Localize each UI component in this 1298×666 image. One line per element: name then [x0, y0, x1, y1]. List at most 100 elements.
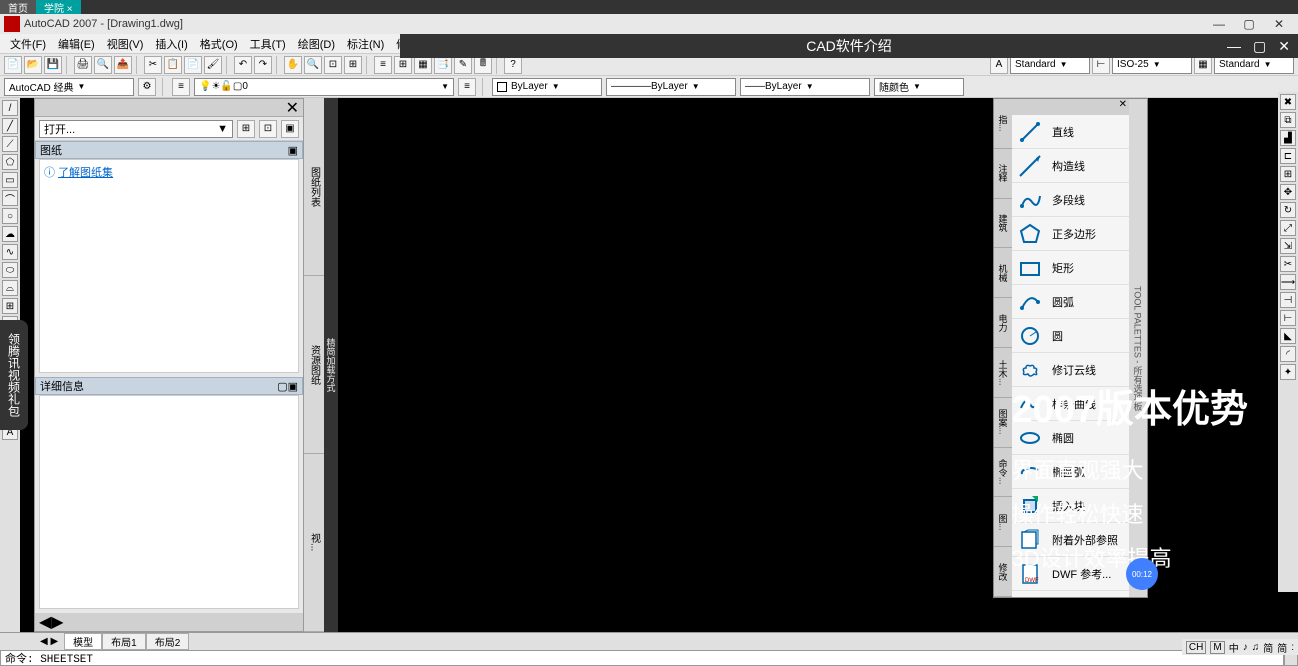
sheet-set-button[interactable]: 📑 [434, 56, 452, 74]
publish-button[interactable]: 📤 [114, 56, 132, 74]
palette-close-icon[interactable]: ✕ [1119, 99, 1127, 115]
table-style-combo[interactable]: Standard▼ [1214, 56, 1294, 74]
ptab-9[interactable]: 修改 [994, 547, 1012, 597]
tool-xline[interactable]: 构造线 [1012, 149, 1129, 183]
insert-icon[interactable]: ⊞ [2, 298, 18, 314]
arc-icon[interactable]: ⌒ [2, 190, 18, 206]
table-style-icon[interactable]: ▦ [1194, 56, 1212, 74]
ptab-5[interactable]: 土木... [994, 348, 1012, 398]
minimize-button[interactable]: — [1204, 14, 1234, 34]
panel-close-icon[interactable]: ✕ [286, 98, 299, 118]
menu-tools[interactable]: 工具(T) [244, 36, 292, 52]
preview-button[interactable]: 🔍 [94, 56, 112, 74]
offset-icon[interactable]: ⊏ [1280, 148, 1296, 164]
copy-button[interactable]: 📋 [164, 56, 182, 74]
copy-obj-icon[interactable]: ⧉ [1280, 112, 1296, 128]
sheet-open-combo[interactable]: 打开...▼ [39, 120, 233, 138]
rotate-icon[interactable]: ↻ [1280, 202, 1296, 218]
layer-states-button[interactable]: ≡ [458, 78, 476, 96]
dim-style-combo[interactable]: ISO-25▼ [1112, 56, 1192, 74]
rect-icon[interactable]: ▭ [2, 172, 18, 188]
redo-button[interactable]: ↷ [254, 56, 272, 74]
lineweight-combo[interactable]: —— ByLayer▼ [740, 78, 870, 96]
status-note1[interactable]: ♪ [1243, 642, 1248, 653]
chamfer-icon[interactable]: ◣ [1280, 328, 1296, 344]
text-style-icon[interactable]: A [990, 56, 1008, 74]
video-minimize-icon[interactable]: — [1227, 38, 1241, 55]
browser-tab-college[interactable]: 学院 × [36, 0, 81, 14]
tool-palettes-button[interactable]: ▦ [414, 56, 432, 74]
learn-sheet-sets-link[interactable]: 了解图纸集 [58, 167, 113, 179]
ptab-3[interactable]: 机械 [994, 248, 1012, 298]
move-icon[interactable]: ✥ [1280, 184, 1296, 200]
promo-side-tab[interactable]: 领腾讯视频礼包 [0, 320, 28, 430]
tab-layout1[interactable]: 布局1 [102, 633, 146, 650]
ptab-1[interactable]: 注释 [994, 149, 1012, 199]
pan-button[interactable]: ✋ [284, 56, 302, 74]
explode-icon[interactable]: ✦ [1280, 364, 1296, 380]
layer-combo[interactable]: 💡 ☀ 🔓 ▢ 0 ▼ [194, 78, 454, 96]
stretch-icon[interactable]: ⇲ [1280, 238, 1296, 254]
join-icon[interactable]: ⊢ [1280, 310, 1296, 326]
view2-icon[interactable]: ▣ [288, 381, 298, 393]
xline-icon[interactable]: ╱ [2, 118, 18, 134]
break-icon[interactable]: ⊣ [1280, 292, 1296, 308]
color-combo[interactable]: ByLayer▼ [492, 78, 602, 96]
open-button[interactable]: 📂 [24, 56, 42, 74]
polygon-icon[interactable]: ⬠ [2, 154, 18, 170]
zoom-button[interactable]: 🔍 [304, 56, 322, 74]
tool-circle[interactable]: 圆 [1012, 319, 1129, 353]
view1-icon[interactable]: ▢ [277, 381, 287, 393]
ptab-0[interactable]: 指... [994, 99, 1012, 149]
video-maximize-icon[interactable]: ▢ [1253, 38, 1266, 55]
command-line[interactable]: 命令: SHEETSET [0, 650, 1284, 666]
status-m[interactable]: M [1210, 641, 1224, 654]
ellipse-icon[interactable]: ⬭ [2, 262, 18, 278]
close-button[interactable]: ✕ [1264, 14, 1294, 34]
tool-polygon[interactable]: 正多边形 [1012, 217, 1129, 251]
design-center-button[interactable]: ⊞ [394, 56, 412, 74]
menu-edit[interactable]: 编辑(E) [52, 36, 101, 52]
spline-icon[interactable]: ∿ [2, 244, 18, 260]
maximize-button[interactable]: ▢ [1234, 14, 1264, 34]
extend-icon[interactable]: ⟶ [1280, 274, 1296, 290]
zoom-prev-button[interactable]: ⊞ [344, 56, 362, 74]
menu-draw[interactable]: 绘图(D) [292, 36, 341, 52]
pline-icon[interactable]: ⟋ [2, 136, 18, 152]
linetype-combo[interactable]: ———— ByLayer▼ [606, 78, 736, 96]
menu-insert[interactable]: 插入(I) [149, 36, 193, 52]
ellipse-arc-icon[interactable]: ⌓ [2, 280, 18, 296]
sheet-panel-header[interactable]: ✕ [35, 99, 303, 117]
ptab-8[interactable]: 图... [994, 497, 1012, 547]
ptab-6[interactable]: 图案... [994, 398, 1012, 448]
cut-button[interactable]: ✂ [144, 56, 162, 74]
scale-icon[interactable]: ⤢ [1280, 220, 1296, 236]
status-jian1[interactable]: 简 [1263, 640, 1273, 655]
status-jian2[interactable]: 简 [1277, 640, 1287, 655]
vtab-resource[interactable]: 资源图纸 [304, 276, 324, 454]
match-button[interactable]: 🖌 [204, 56, 222, 74]
vtab-view[interactable]: 视... [304, 454, 324, 632]
menu-view[interactable]: 视图(V) [101, 36, 150, 52]
revcloud-icon[interactable]: ☁ [2, 226, 18, 242]
browser-tab-home[interactable]: 首页 [0, 0, 36, 14]
save-button[interactable]: 💾 [44, 56, 62, 74]
ptab-2[interactable]: 建筑 [994, 199, 1012, 249]
video-close-icon[interactable]: ✕ [1278, 38, 1290, 55]
calc-button[interactable]: 🖩 [474, 56, 492, 74]
tab-layout2[interactable]: 布局2 [146, 633, 190, 650]
ptab-7[interactable]: 命令... [994, 448, 1012, 498]
menu-dimension[interactable]: 标注(N) [341, 36, 390, 52]
new-button[interactable]: 📄 [4, 56, 22, 74]
autohide-left-icon[interactable]: ◀▶ [39, 612, 64, 632]
trim-icon[interactable]: ✂ [1280, 256, 1296, 272]
layer-props-button[interactable]: ≡ [172, 78, 190, 96]
sheet-tool3-button[interactable]: ▣ [281, 120, 299, 138]
paste-button[interactable]: 📄 [184, 56, 202, 74]
workspace-settings-button[interactable]: ⚙ [138, 78, 156, 96]
help-button[interactable]: ? [504, 56, 522, 74]
vtab-sheet-list[interactable]: 图纸列表 [304, 98, 324, 276]
array-icon[interactable]: ⊞ [1280, 166, 1296, 182]
mirror-icon[interactable]: ▟ [1280, 130, 1296, 146]
dim-style-icon[interactable]: ⊢ [1092, 56, 1110, 74]
